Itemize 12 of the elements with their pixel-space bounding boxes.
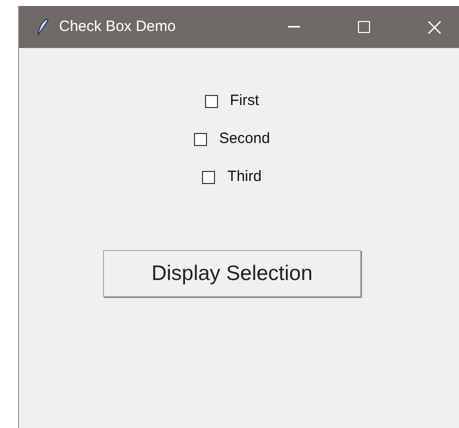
checkbox[interactable] <box>194 132 208 146</box>
display-selection-button[interactable]: Display Selection <box>103 250 361 297</box>
window-title: Check Box Demo <box>59 16 176 37</box>
maximize-icon <box>358 21 370 33</box>
checkbox-label: Second <box>219 128 270 149</box>
checkbox-label: First <box>230 90 260 111</box>
close-icon <box>428 20 440 34</box>
checkbox[interactable] <box>204 94 218 108</box>
checkbox-label: Third <box>227 166 262 187</box>
checkbox[interactable] <box>202 170 216 184</box>
feather-icon <box>37 18 49 36</box>
minimize-icon <box>288 26 300 28</box>
